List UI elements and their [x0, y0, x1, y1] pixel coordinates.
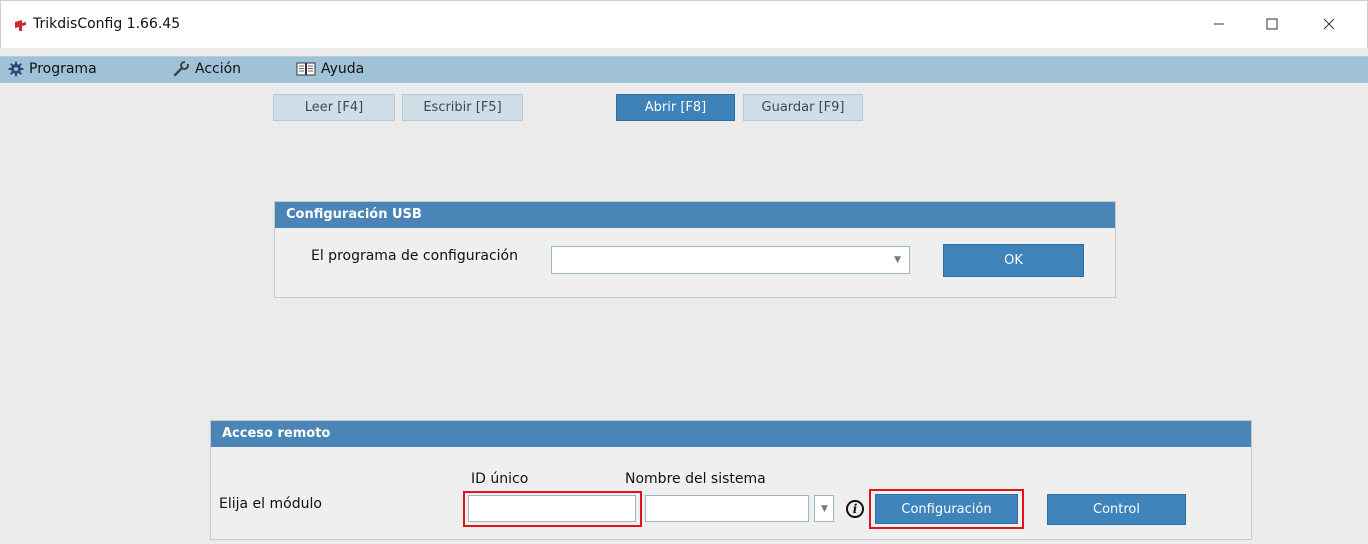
maximize-button[interactable] [1249, 9, 1295, 39]
title-bar: TrikdisConfig 1.66.45 [0, 0, 1368, 48]
menu-programa-label: Programa [29, 61, 97, 77]
minimize-icon [1214, 23, 1224, 25]
system-name-input[interactable] [645, 495, 809, 522]
config-program-label: El programa de configuración [311, 248, 518, 264]
window-title: TrikdisConfig 1.66.45 [33, 16, 181, 32]
save-button[interactable]: Guardar [F9] [743, 94, 863, 121]
menu-ayuda[interactable]: Ayuda [296, 61, 364, 77]
unique-id-label: ID único [471, 471, 529, 487]
book-icon [296, 62, 316, 76]
menu-accion[interactable]: Acción [173, 61, 241, 77]
module-label: Elija el módulo [219, 496, 322, 512]
menu-bar: Programa Acción Ayuda [0, 56, 1368, 83]
read-button[interactable]: Leer [F4] [273, 94, 395, 121]
unique-id-input[interactable] [468, 495, 636, 522]
config-program-select[interactable]: ▼ [551, 246, 910, 274]
info-icon[interactable]: i [846, 500, 864, 518]
usb-panel-header: Configuración USB [275, 202, 1115, 228]
wrench-icon [173, 61, 189, 77]
system-name-label: Nombre del sistema [625, 471, 766, 487]
minimize-button[interactable] [1196, 9, 1242, 39]
chevron-down-icon: ▼ [894, 255, 901, 265]
menu-programa[interactable]: Programa [8, 61, 97, 77]
usb-ok-button[interactable]: OK [943, 244, 1084, 277]
close-icon [1323, 18, 1335, 30]
chevron-down-icon: ▼ [821, 504, 828, 514]
menu-ayuda-label: Ayuda [321, 61, 365, 77]
open-button[interactable]: Abrir [F8] [616, 94, 735, 121]
maximize-icon [1266, 18, 1278, 30]
remote-control-button[interactable]: Control [1047, 494, 1186, 525]
app-logo-icon [15, 20, 26, 31]
gear-icon [8, 61, 24, 77]
usb-config-panel: Configuración USB El programa de configu… [274, 201, 1116, 298]
remote-config-button[interactable]: Configuración [875, 494, 1018, 524]
remote-panel-header: Acceso remoto [211, 421, 1251, 447]
write-button[interactable]: Escribir [F5] [402, 94, 523, 121]
system-name-dropdown[interactable]: ▼ [814, 495, 834, 522]
close-button[interactable] [1306, 9, 1352, 39]
menu-accion-label: Acción [195, 61, 242, 77]
